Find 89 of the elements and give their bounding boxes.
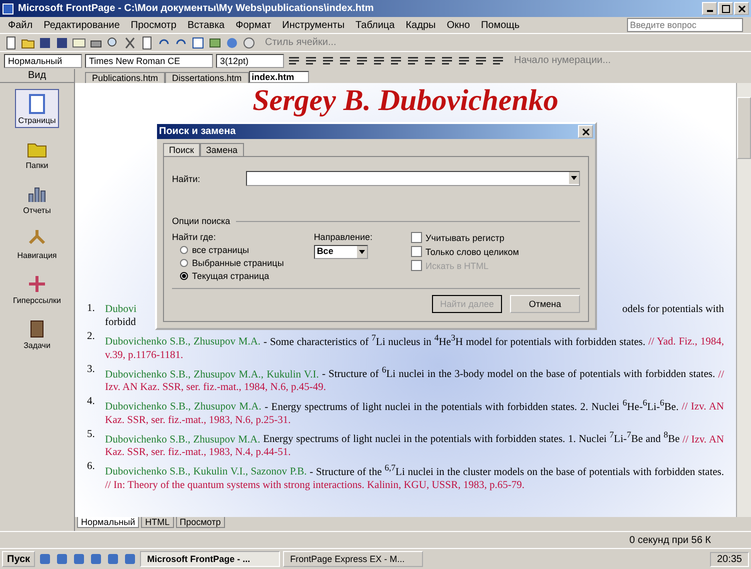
list-number: 5. — [87, 428, 96, 442]
menu-item[interactable]: Инструменты — [282, 20, 345, 30]
document-tab[interactable]: Publications.htm — [85, 72, 166, 83]
page-icon[interactable] — [140, 36, 154, 50]
view-item[interactable]: Навигация — [14, 224, 60, 263]
list-number: 4. — [87, 396, 96, 409]
menu-item[interactable]: Таблица — [356, 20, 395, 30]
view-item[interactable]: Гиперссылки — [10, 269, 64, 308]
maximize-icon — [722, 4, 730, 12]
app-icon — [2, 2, 14, 14]
font-size-dropdown[interactable]: 3(12pt) — [216, 54, 284, 68]
quick-launch-icon[interactable] — [38, 552, 52, 566]
globe-icon[interactable] — [225, 36, 239, 50]
mail-icon[interactable] — [72, 36, 86, 50]
close-icon — [738, 4, 746, 12]
quick-launch-icon[interactable] — [106, 552, 120, 566]
quick-launch-icon[interactable] — [89, 552, 104, 566]
menu-item[interactable]: Кадры — [406, 20, 436, 30]
direction-dropdown[interactable]: Все — [314, 245, 368, 259]
reference-fragment: odels for potentials with — [622, 303, 724, 316]
dialog-title: Поиск и замена — [159, 126, 236, 137]
direction-label: Направление: — [314, 232, 373, 242]
taskbar-button[interactable]: FrontPage Express EX - M... — [283, 551, 424, 567]
option-checkbox[interactable]: Только слово целиком — [410, 246, 519, 257]
start-button[interactable]: Пуск — [2, 551, 36, 567]
view-mode-tab[interactable]: Просмотр — [176, 517, 225, 528]
clock: 20:35 — [710, 552, 749, 566]
close-button[interactable] — [734, 2, 749, 15]
maximize-button[interactable] — [718, 2, 733, 15]
document-tab[interactable]: index.htm — [248, 71, 309, 83]
close-button[interactable] — [578, 125, 593, 138]
radio-indicator[interactable] — [180, 272, 188, 280]
view-mode-tab[interactable]: HTML — [141, 517, 174, 528]
view-item[interactable]: Папки — [22, 134, 52, 173]
radio-indicator[interactable] — [180, 246, 188, 254]
menu-item[interactable]: Формат — [236, 20, 272, 30]
list-number: 1. — [87, 303, 96, 316]
page-icon[interactable] — [4, 36, 18, 50]
view-item[interactable]: Задачи — [20, 314, 54, 353]
quick-launch-icon[interactable] — [72, 552, 86, 566]
list-number: 3. — [87, 364, 96, 376]
scope-radio[interactable]: Выбранные страницы — [180, 258, 284, 268]
option-checkbox[interactable]: Учитывать регистр — [410, 232, 519, 243]
image-icon[interactable] — [208, 36, 222, 50]
view-item[interactable]: Отчеты — [20, 179, 54, 218]
dialog-tab[interactable]: Поиск — [163, 143, 200, 156]
minimize-icon — [706, 10, 712, 12]
document-tab[interactable]: Dissertations.htm — [165, 72, 249, 83]
reference-fragment: Dubovi — [105, 303, 136, 316]
scissors-icon[interactable] — [123, 36, 137, 50]
menu-item[interactable]: Редактирование — [44, 20, 120, 30]
options-title: Опции поиска — [172, 216, 230, 226]
reference-text: Dubovichenko S.B., Zhusupov M.A. - Energy spectrums of light nuclei in the potentials with forbidden states. 2. Nuclei $^{6}$He-$^{6}$Li-$^{6}$Be. // Izv. AN Kaz. SSR, ser. fiz.-mat., 1983, N.6, p.25-31. — [105, 396, 724, 426]
help-search-field[interactable]: Введите вопрос — [627, 18, 743, 32]
taskbar-button[interactable]: Microsoft FrontPage - ... — [140, 551, 280, 567]
reference-text: Dubovichenko S.B., Zhusupov M.A. Energy spectrums of light nuclei in the potentials with forbidden states. 1. Nuclei $^{7}$Li-$^{7}$Be and $^{8}$Be // Izv. AN Kaz. SSR, ser. fiz.-mat., 1983, N.4, p.44-51. — [105, 428, 724, 459]
scope-radio[interactable]: все страницы — [180, 245, 284, 255]
font-dropdown[interactable]: Times New Roman CE — [85, 54, 213, 68]
view-item[interactable]: Страницы — [15, 89, 59, 128]
reference-text: Dubovichenko S.B., Zhusupov M.A., Kukulin V.I. - Structure of $^{6}$Li nuclei in the 3-body model on the base of potentials with forbidden states. // Izv. AN Kaz. SSR, ser. fiz.-mat., 1984, N.6, p.45-49. — [105, 364, 724, 394]
list-number: 6. — [87, 461, 96, 474]
menu-item[interactable]: Помощь — [480, 20, 520, 30]
close-icon — [582, 128, 590, 136]
menu-item[interactable]: Файл — [8, 20, 33, 30]
status-text: 0 секунд при 56 К — [629, 534, 711, 546]
window-title: Microsoft FrontPage - C:\Мои документы\My Webs\publications\index.htm — [18, 3, 375, 14]
quick-launch-icon[interactable] — [123, 552, 138, 566]
page-heading: Sergey B. Dubovichenko — [252, 85, 560, 117]
find-label: Найти: — [172, 174, 200, 184]
find-field[interactable] — [246, 171, 580, 186]
reference-fragment: forbidd — [105, 317, 136, 328]
dialog-button[interactable]: Отмена — [510, 295, 580, 313]
dialog-tab[interactable]: Замена — [200, 143, 244, 156]
views-header: Вид — [0, 69, 74, 83]
reference-text: Dubovichenko S.B., Zhusupov M.A. - Some characteristics of $^{7}$Li nucleus in $^{4}$He$^{3}$H model for potentials with forbidden states. // Yad. Fiz., 1984, v.39, p.1176-1181. — [105, 331, 724, 362]
quick-launch-icon[interactable] — [55, 552, 70, 566]
scope-radio[interactable]: Текущая страница — [180, 271, 284, 281]
vertical-scrollbar[interactable] — [736, 83, 751, 517]
reference-text: Dubovichenko S.B., Kukulin V.I., Sazonov P.B. - Structure of the $^{6,7}$Li nuclei in the cluster models on the base of potentials with forbidden states. // In: Theory of the quantum systems with strong interactions. Kalinin, KGU, USSR, 1983, p.65-79. — [105, 461, 724, 492]
radio-indicator[interactable] — [180, 259, 188, 267]
table-icon[interactable] — [191, 36, 205, 50]
view-mode-tab[interactable]: Нормальный — [77, 517, 140, 528]
style-dropdown[interactable]: Нормальный — [4, 54, 82, 68]
search-scope-label: Найти где: — [172, 232, 217, 242]
menu-item[interactable]: Просмотр — [130, 20, 176, 30]
menu-item[interactable]: Окно — [446, 20, 470, 30]
minimize-button[interactable] — [702, 2, 717, 15]
list-number: 2. — [87, 331, 96, 344]
menu-item[interactable]: Вставка — [187, 20, 225, 30]
